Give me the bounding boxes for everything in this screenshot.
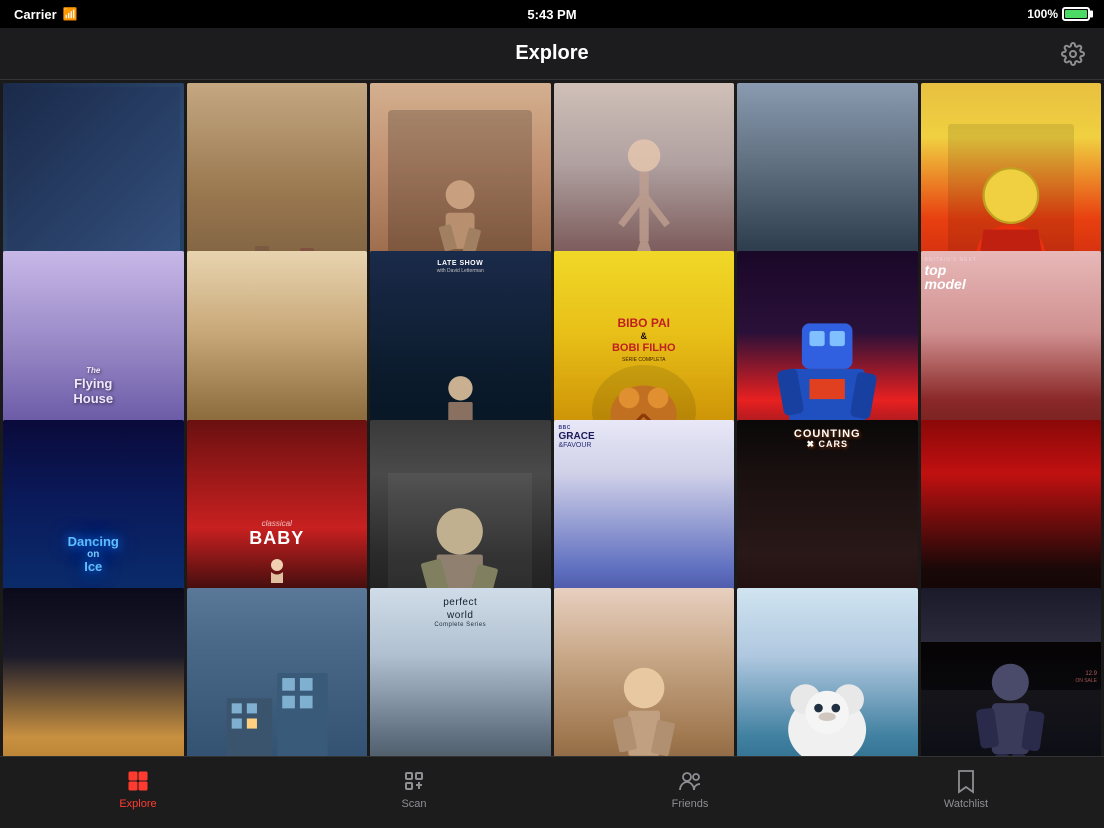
status-bar: Carrier 📶 5:43 PM 100% xyxy=(0,0,1104,28)
list-item[interactable] xyxy=(554,588,735,756)
time-label: 5:43 PM xyxy=(527,7,576,22)
tab-watchlist[interactable]: Watchlist xyxy=(828,768,1104,818)
list-item[interactable]: perfect world Complete Series xyxy=(370,588,551,756)
battery-percent: 100% xyxy=(1027,7,1058,21)
battery-fill xyxy=(1065,10,1087,18)
explore-icon xyxy=(125,768,151,794)
list-item[interactable]: TRAINING DAY xyxy=(3,588,184,756)
list-item[interactable] xyxy=(737,588,918,756)
battery-icon xyxy=(1062,7,1090,21)
list-item[interactable] xyxy=(921,588,1102,756)
header: Explore xyxy=(0,28,1104,80)
watchlist-icon xyxy=(953,768,979,794)
tab-friends[interactable]: Friends xyxy=(552,768,828,818)
tab-bar: Explore Scan Friends xyxy=(0,756,1104,828)
gear-icon xyxy=(1061,42,1085,66)
status-right: 100% xyxy=(1027,7,1090,21)
status-left: Carrier 📶 xyxy=(14,7,78,22)
page-title: Explore xyxy=(515,42,588,65)
friends-icon xyxy=(677,768,703,794)
scan-tab-label: Scan xyxy=(401,798,426,810)
watchlist-tab-label: Watchlist xyxy=(944,798,988,810)
settings-button[interactable] xyxy=(1058,39,1088,69)
friends-tab-label: Friends xyxy=(672,798,709,810)
scan-icon xyxy=(401,768,427,794)
content-grid: nip/tuck FX The Flying House Beautiful L… xyxy=(0,80,1104,756)
tab-explore[interactable]: Explore xyxy=(0,768,276,818)
list-item[interactable] xyxy=(187,588,368,756)
wifi-icon: 📶 xyxy=(63,7,78,21)
tab-scan[interactable]: Scan xyxy=(276,768,552,818)
carrier-label: Carrier xyxy=(14,7,57,22)
explore-tab-label: Explore xyxy=(119,798,156,810)
